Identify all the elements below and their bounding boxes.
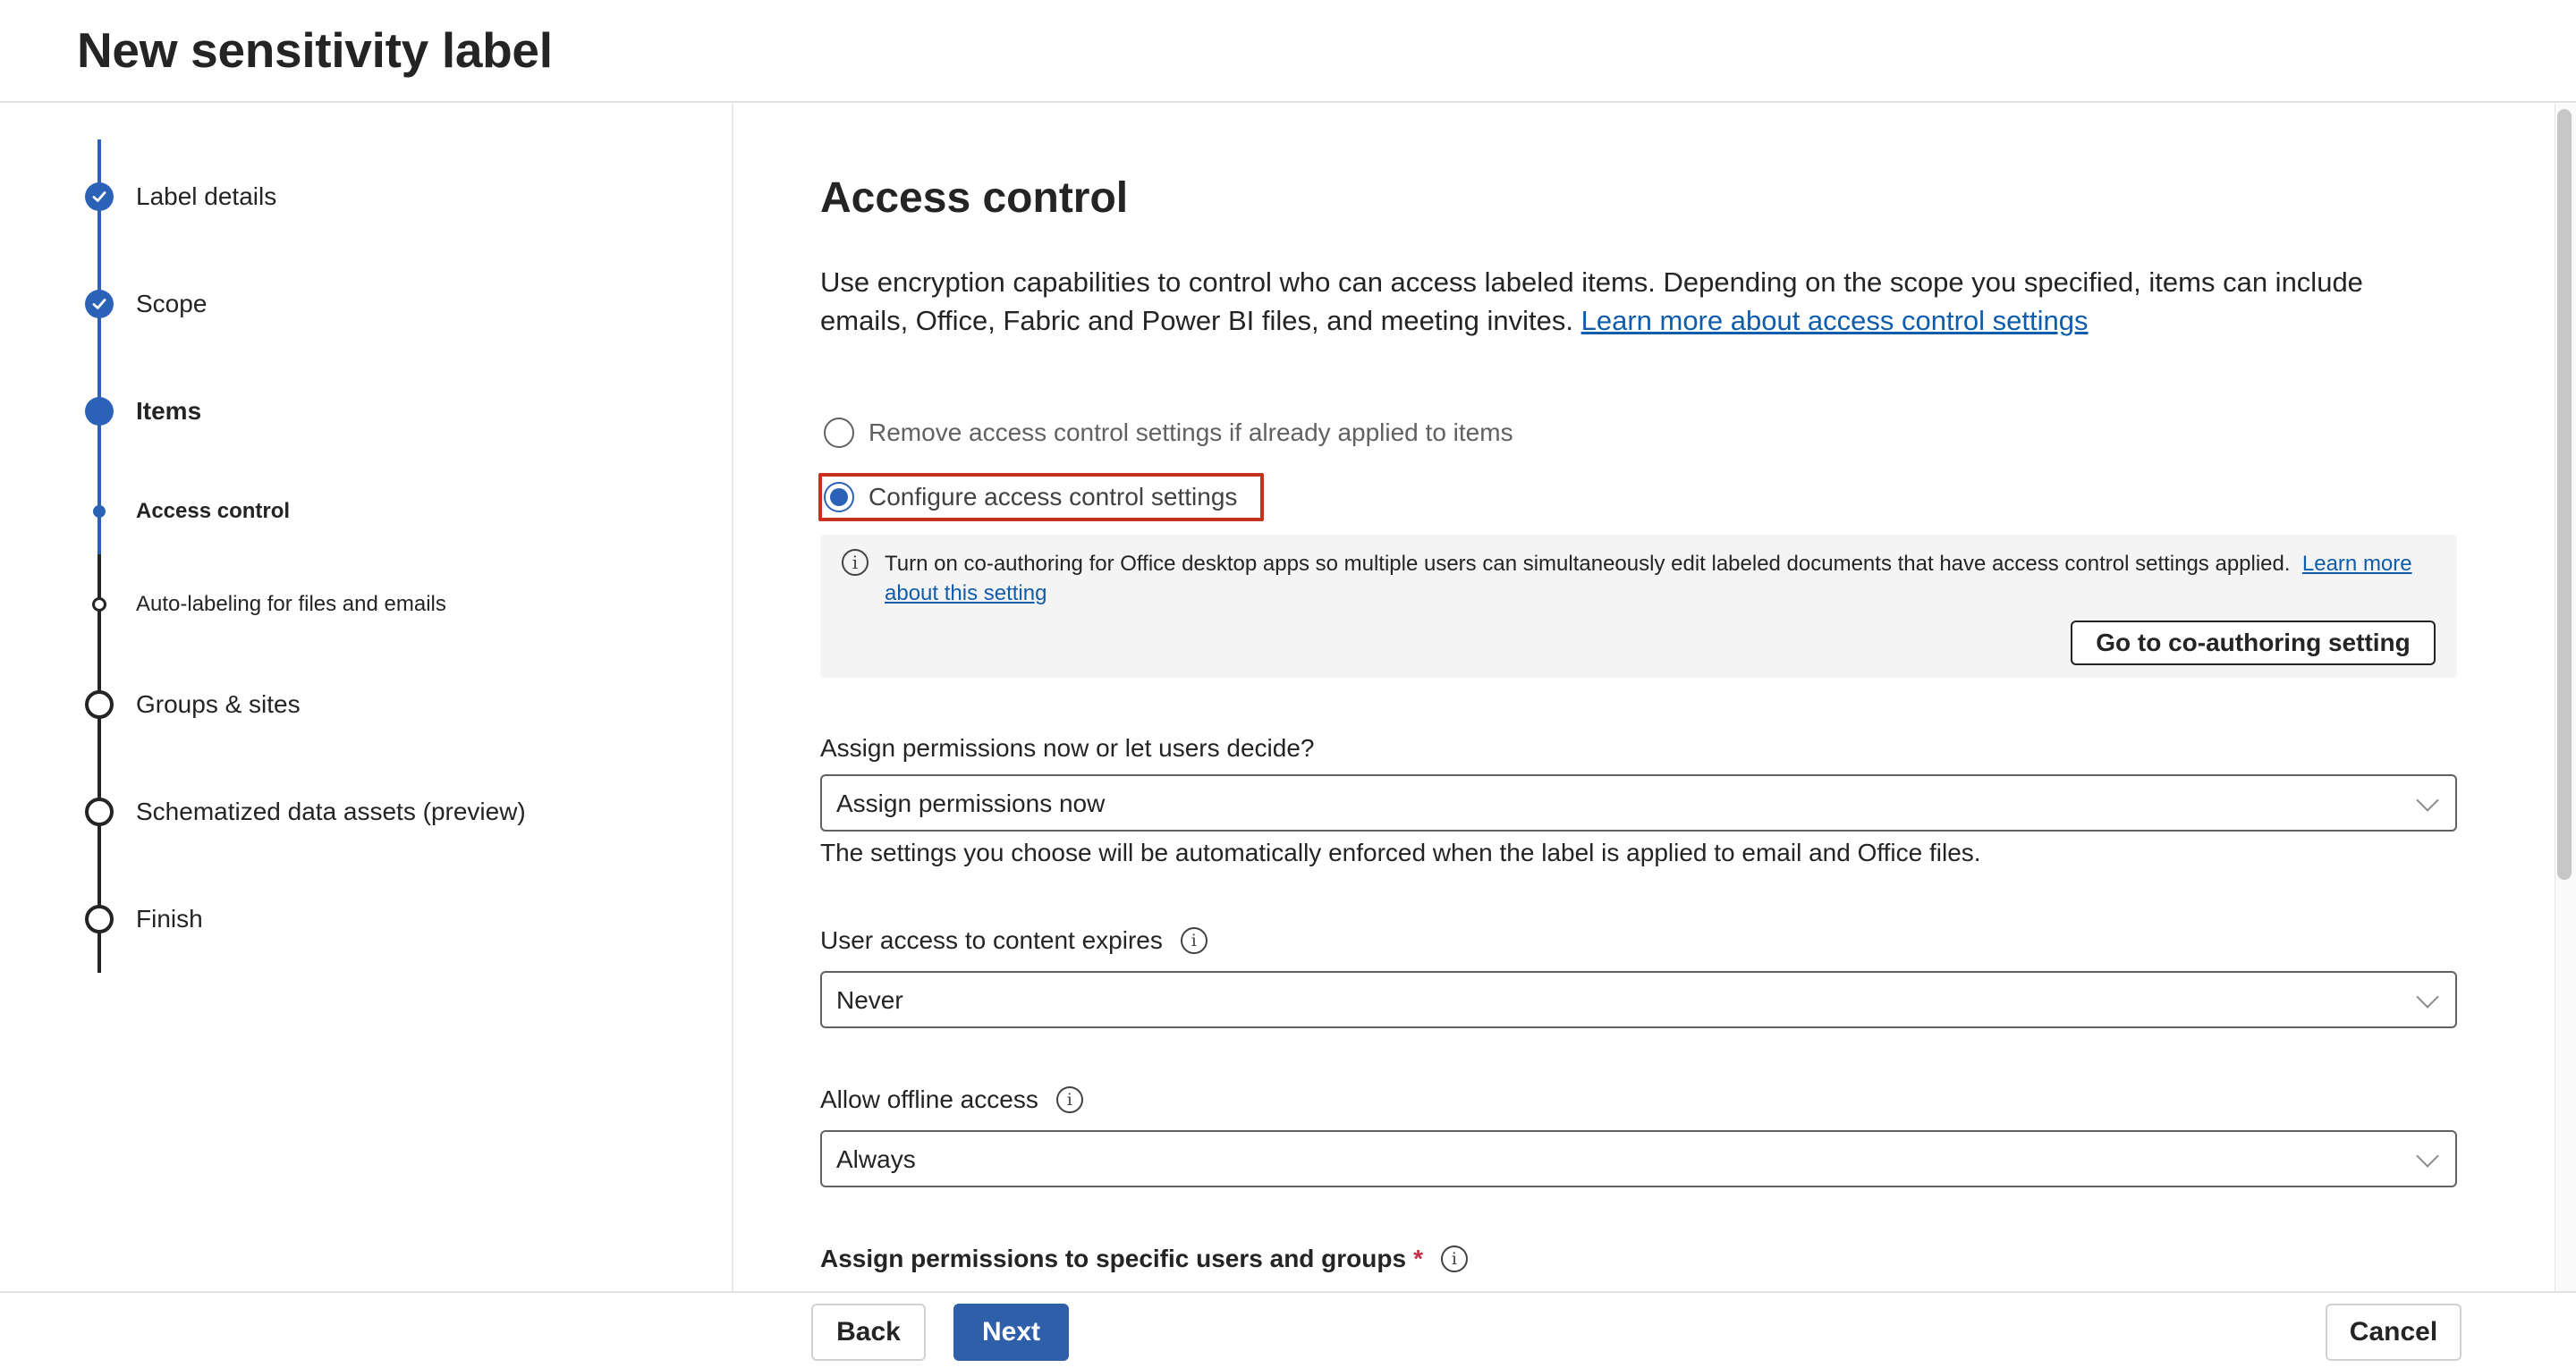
step-schematized-data-assets[interactable]: Schematized data assets (preview) [0, 785, 733, 839]
step-label-details[interactable]: Label details [0, 170, 733, 224]
offline-label-text: Allow offline access [820, 1085, 1038, 1113]
step-groups-sites[interactable]: Groups & sites [0, 678, 733, 731]
chevron-down-icon [2416, 1144, 2439, 1168]
back-button[interactable]: Back [811, 1304, 926, 1361]
specific-users-label-text: Assign permissions to specific users and… [820, 1245, 1407, 1272]
substep-access-control[interactable]: Access control [0, 485, 733, 538]
assign-permissions-label-text: Assign permissions now or let users deci… [820, 734, 1315, 762]
checkmark-icon [85, 182, 114, 211]
step-label: Finish [136, 905, 203, 933]
specific-users-label: Assign permissions to specific users and… [820, 1245, 1468, 1273]
step-label: Groups & sites [136, 690, 301, 718]
current-step-dot-icon [85, 397, 114, 426]
assign-permissions-label: Assign permissions now or let users deci… [820, 734, 1314, 763]
info-message: Turn on co-authoring for Office desktop … [885, 549, 2423, 608]
dropdown-value: Never [836, 986, 903, 1014]
remove-radio[interactable] [824, 418, 854, 448]
expires-label: User access to content expires i [820, 926, 1208, 955]
dropdown-value: Always [836, 1145, 916, 1173]
assign-permissions-help: The settings you choose will be automati… [820, 839, 1981, 866]
pending-step-ring-icon [85, 798, 114, 826]
step-label: Auto-labeling for files and emails [136, 592, 446, 616]
checkmark-icon [85, 290, 114, 318]
scrollbar-thumb[interactable] [2557, 109, 2572, 880]
dropdown-value: Assign permissions now [836, 790, 1106, 817]
substep-auto-labeling[interactable]: Auto-labeling for files and emails [0, 578, 733, 631]
cancel-button[interactable]: Cancel [2326, 1304, 2462, 1361]
info-icon[interactable]: i [1440, 1246, 1468, 1272]
next-button[interactable]: Next [953, 1304, 1069, 1361]
learn-more-access-control-link[interactable]: Learn more about access control settings [1581, 305, 2089, 336]
section-description: Use encryption capabilities to control w… [820, 263, 2457, 340]
step-finish[interactable]: Finish [0, 892, 733, 946]
highlight-box [818, 473, 1264, 521]
chevron-down-icon [2416, 985, 2439, 1009]
step-label: Label details [136, 182, 277, 210]
expires-dropdown[interactable]: Never [820, 971, 2457, 1028]
wizard-steps-nav: Label details Scope Items Access control… [0, 104, 733, 1291]
go-to-coauthoring-button[interactable]: Go to co-authoring setting [2071, 621, 2436, 665]
remove-radio-label: Remove access control settings if alread… [869, 418, 1513, 446]
pending-substep-ring-icon [92, 597, 106, 612]
current-substep-dot-icon [93, 505, 106, 518]
step-label: Scope [136, 290, 208, 317]
required-mark: * [1413, 1245, 1423, 1272]
section-title: Access control [820, 174, 1129, 222]
offline-access-dropdown[interactable]: Always [820, 1130, 2457, 1187]
remove-access-control-option[interactable]: Remove access control settings if alread… [820, 410, 1513, 456]
assign-permissions-dropdown[interactable]: Assign permissions now [820, 774, 2457, 832]
main-panel: Access control Use encryption capabiliti… [735, 104, 2555, 1291]
step-scope[interactable]: Scope [0, 277, 733, 331]
step-label: Items [136, 397, 202, 425]
offline-access-label: Allow offline access i [820, 1085, 1083, 1114]
step-items[interactable]: Items [0, 384, 733, 438]
info-icon[interactable]: i [1180, 927, 1208, 954]
page-header: New sensitivity label [0, 0, 2576, 103]
step-label: Schematized data assets (preview) [136, 798, 526, 825]
coauthoring-info-box: i Turn on co-authoring for Office deskto… [820, 535, 2457, 678]
pending-step-ring-icon [85, 905, 114, 933]
wizard-footer: Back Next Cancel [0, 1291, 2576, 1368]
step-label: Access control [136, 499, 291, 523]
expires-label-text: User access to content expires [820, 926, 1163, 954]
info-icon[interactable]: i [1055, 1086, 1083, 1113]
chevron-down-icon [2416, 789, 2439, 812]
info-text: Turn on co-authoring for Office desktop … [885, 552, 2291, 576]
page-title: New sensitivity label [77, 22, 553, 78]
info-icon: i [842, 549, 869, 576]
pending-step-ring-icon [85, 690, 114, 719]
